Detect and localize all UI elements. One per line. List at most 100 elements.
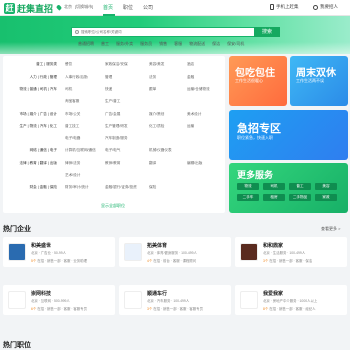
category-sub-link[interactable]: 管理 xyxy=(105,75,145,80)
logo-text: 赶集直招 xyxy=(17,4,54,15)
company-info: 北京 · 房地产中介服务 · 1000人以上 xyxy=(263,299,318,303)
category-sub-link[interactable]: 普工技工 xyxy=(65,124,105,129)
category-name[interactable]: 法律 | 教育 | 翻译 | 出版 xyxy=(3,161,61,166)
nav-home[interactable]: 首页 xyxy=(103,4,113,11)
category-sub-link[interactable]: 保险 xyxy=(149,185,189,190)
hot-link[interactable]: 销售 xyxy=(159,41,167,47)
nav-jobs[interactable]: 职位 xyxy=(123,4,133,11)
service-tag[interactable]: 普工 xyxy=(289,183,311,190)
company-name[interactable]: 和美盛世 xyxy=(31,242,51,249)
city-selector[interactable]: 北京 [切换城市] xyxy=(55,3,93,11)
all-categories-link[interactable]: 显示全部职位 xyxy=(101,203,125,209)
service-tag[interactable]: 二手车 xyxy=(237,194,259,201)
category-sub-link[interactable]: 翻译 xyxy=(149,161,189,166)
category-sub-link[interactable]: 美容/美发 xyxy=(149,62,189,67)
hot-link[interactable]: 普通招聘 xyxy=(78,41,94,47)
category-sub-link[interactable]: 酒店 xyxy=(187,62,227,67)
category-sub-link[interactable]: 法务 xyxy=(149,75,189,80)
category-sub-link[interactable]: 生产/普工 xyxy=(105,99,145,104)
category-sub-link[interactable]: 机械/仪器仪表 xyxy=(149,148,189,153)
more-services-panel: 更多服务 物流 司机 普工 美容 二手车 租房 二手物品 家政 xyxy=(229,163,348,213)
search-button[interactable]: 搜索 xyxy=(254,27,280,37)
company-card[interactable]: 和和鼎家 北京 · 生活服务 · 100-499人 3个 在招 · 销售一部 · 客… xyxy=(235,237,347,267)
job-list: 在招 · 销售一部 · 客服 · 客服专员 xyxy=(153,307,203,311)
more-companies-link[interactable]: 查看更多 > xyxy=(321,226,340,232)
banner-subtitle: 工作生活两不误 xyxy=(296,78,324,83)
nav-companies[interactable]: 公司 xyxy=(143,4,153,11)
service-tag[interactable]: 司机 xyxy=(263,183,285,190)
category-name[interactable]: 生产 | 物流 | 汽车 | 化工 xyxy=(3,124,61,129)
category-sub-link[interactable]: 汽车制造/服务 xyxy=(105,136,145,141)
site-logo[interactable]: 赶 赶集直招 xyxy=(4,2,54,15)
company-card[interactable]: 顺通车行 北京 · 汽车服务 · 100-499人 3个 在招 · 销售一部 · 客… xyxy=(119,285,231,315)
category-row: 生产 | 物流 | 汽车 | 化工 普工技工 生产管理/研发 化工/质检 运输 xyxy=(3,121,225,133)
service-tag[interactable]: 物流 xyxy=(237,183,259,190)
top-bar: 赶 赶集直招 北京 [切换城市] 首页 职位 公司 手机上赶集 我要招人 xyxy=(0,0,350,16)
mobile-app-link[interactable]: 手机上赶集 xyxy=(270,4,299,10)
category-sub-link[interactable]: 电子/电气 xyxy=(105,148,145,153)
city-switch-link[interactable]: [切换城市] xyxy=(75,4,93,10)
company-name[interactable]: 和和鼎家 xyxy=(263,242,283,249)
company-card[interactable]: 和美盛世 北京 · 广告业 · 50-99人 5个 在招 · 销售一部 · 客服 ·… xyxy=(3,237,115,267)
service-tag[interactable]: 美容 xyxy=(315,183,337,190)
hot-companies-title: 热门企业 xyxy=(3,226,31,233)
hot-link[interactable]: 服务员 xyxy=(140,41,152,47)
category-sub-link[interactable]: 跟单 xyxy=(149,87,189,92)
category-sub-link[interactable]: 司机 xyxy=(65,87,105,92)
category-sub-link[interactable]: 人事行政/后勤 xyxy=(65,75,105,80)
category-name[interactable]: 物流 | 普通 | 司机 | 汽车 xyxy=(3,87,61,92)
hot-link[interactable]: 普工 xyxy=(101,41,109,47)
banner-weekends-off[interactable]: 周末双休 工作生活两不误 xyxy=(290,56,348,106)
company-card[interactable]: 我爱我家 北京 · 房地产中介服务 · 1000人以上 8个 在招 · 销售一部 ·… xyxy=(235,285,347,315)
category-name[interactable]: 市场 | 媒介 | 广告 | 设计 xyxy=(3,112,61,117)
category-sub-link[interactable]: 广告/会展 xyxy=(105,112,145,117)
hot-link[interactable]: 物流配送 xyxy=(189,41,205,47)
category-sub-link[interactable]: 淘宝客服 xyxy=(65,99,105,104)
hot-search-links: 普通招聘 普工 服务/外卖 服务员 销售 客服 物流配送 保洁 保安/司机 xyxy=(78,41,244,47)
category-sub-link[interactable]: 运输/仓储物流 xyxy=(187,87,227,92)
category-sub-link[interactable]: 艺术/设计 xyxy=(65,173,105,178)
category-sub-link[interactable]: 化工/质检 xyxy=(149,124,189,129)
category-sub-link[interactable]: 编辑/出版 xyxy=(187,161,227,166)
category-name[interactable]: 普工 | 服务类 xyxy=(3,62,61,67)
category-sub-link[interactable]: 美术设计 xyxy=(187,112,227,117)
category-sub-link[interactable]: 快递 xyxy=(105,87,145,92)
category-sub-link[interactable]: 教师/教育 xyxy=(105,161,145,166)
company-card[interactable]: 崇网科技 北京 · 互联网 · 500-999人 6个 在招 · 销售一部 · 客服… xyxy=(3,285,115,315)
category-sub-link[interactable]: 市场/公关 xyxy=(65,112,105,117)
category-sub-link[interactable]: 金融/银行/证券/投资 xyxy=(105,185,145,190)
category-sub-link[interactable]: 计算机/互联网/通信 xyxy=(65,148,105,153)
hot-link[interactable]: 保洁 xyxy=(212,41,220,47)
company-name[interactable]: 顺通车行 xyxy=(147,290,167,297)
category-sub-link[interactable]: 财务/审计/统计 xyxy=(65,185,105,190)
category-sub-link[interactable]: 媒介/策划 xyxy=(149,112,189,117)
search-box[interactable] xyxy=(71,27,255,37)
company-card[interactable]: 拓美体育 北京 · 体育/健身服务 · 100-499人 4个 在招 · 前台 · … xyxy=(119,237,231,267)
category-sub-link[interactable]: 家政保洁/安保 xyxy=(105,62,145,67)
hot-link[interactable]: 客服 xyxy=(174,41,182,47)
company-name[interactable]: 拓美体育 xyxy=(147,242,167,249)
company-name[interactable]: 我爱我家 xyxy=(263,290,283,297)
mobile-app-label: 手机上赶集 xyxy=(276,4,299,9)
banner-board-lodging[interactable]: 包吃包住 工作生活很暖心 xyxy=(229,56,287,106)
banner-urgent-jobs[interactable]: 急招专区 职位紧急，快速入职 xyxy=(229,110,348,160)
category-sub-link[interactable]: 生产管理/研发 xyxy=(105,124,145,129)
service-tag[interactable]: 租房 xyxy=(263,194,285,201)
category-sub-link[interactable]: 金融 xyxy=(187,75,227,80)
category-sub-link[interactable]: 律师/法务 xyxy=(65,161,105,166)
category-name[interactable]: 财会 | 金融 | 保险 xyxy=(3,185,61,190)
category-row: 电子/电器 汽车制造/服务 xyxy=(3,133,225,145)
category-name[interactable]: 人力 | 行政 | 管理 xyxy=(3,75,61,80)
category-sub-link[interactable]: 运输 xyxy=(187,124,227,129)
company-name[interactable]: 崇网科技 xyxy=(31,290,51,297)
recruit-link[interactable]: 我要招人 xyxy=(313,4,338,10)
service-tag[interactable]: 家政 xyxy=(315,194,337,201)
location-pin-icon xyxy=(55,3,63,11)
category-sub-link[interactable]: 餐饮 xyxy=(65,62,105,67)
search-input[interactable] xyxy=(81,30,231,34)
hot-link[interactable]: 服务/外卖 xyxy=(116,41,133,47)
service-tag[interactable]: 二手物品 xyxy=(289,194,311,201)
hot-link[interactable]: 保安/司机 xyxy=(227,41,244,47)
category-sub-link[interactable]: 电子/电器 xyxy=(65,136,105,141)
category-name[interactable]: 网络 | 通信 | 电子 xyxy=(3,148,61,153)
